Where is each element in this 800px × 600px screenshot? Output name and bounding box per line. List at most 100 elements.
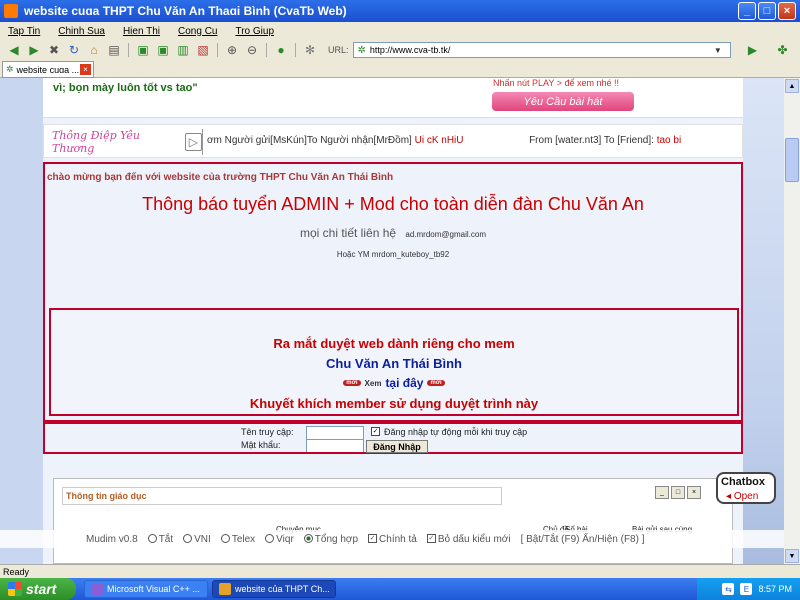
minimize-button[interactable]: _ (738, 2, 756, 20)
mudim-version: Mudim v0.8 (86, 533, 138, 545)
extension-icon[interactable]: ✤ (775, 42, 791, 58)
back-icon[interactable]: ◀ (6, 42, 22, 58)
network-icon[interactable]: ⇆ (722, 583, 735, 595)
go-icon[interactable]: ▶ (745, 42, 761, 58)
mudim-shortcuts: [ Bật/Tắt (F9) Ẩn/Hiện (F8) ] (520, 533, 645, 545)
password-input[interactable] (307, 440, 363, 452)
menu-view[interactable]: Hien Thi (123, 26, 160, 37)
page-viewport: vì; bọn mày luôn tốt vs tao" Nhấn nút PL… (0, 78, 784, 564)
chatbox-widget[interactable]: Chatbox ◂ Open (716, 472, 776, 504)
gear-icon[interactable]: ✻ (302, 42, 318, 58)
tab-website[interactable]: ✲ website cuɑa ... × (2, 61, 94, 78)
page-content: vì; bọn mày luôn tốt vs tao" Nhấn nút PL… (43, 78, 743, 564)
new-badge: mới (427, 380, 445, 386)
password-label: Mật khẩu: (241, 440, 281, 450)
globe-icon[interactable]: ● (273, 42, 289, 58)
username-field[interactable] (306, 426, 364, 439)
menu-help[interactable]: Tro Giup (235, 26, 274, 37)
message-1: ơm Người gửi[MsKún]To Người nhận[MrĐồm] (207, 135, 412, 146)
mudim-accent-rule[interactable]: ✓ Bỏ dấu kiểu mới (426, 534, 511, 545)
mudim-option-viqr[interactable]: Viqr (265, 534, 294, 545)
menu-bar: Tap Tin Chinh Sua Hien Thi Cong Cu Tro G… (0, 22, 800, 40)
home-icon[interactable]: ⌂ (86, 42, 102, 58)
ym-contact: Hoặc YM mrdom_kuteboy_tb92 (336, 250, 450, 259)
save-icon[interactable]: ▥ (175, 42, 191, 58)
menu-edit[interactable]: Chinh Sua (58, 26, 105, 37)
contact-email[interactable]: ad.mrdom@gmail.com (405, 230, 486, 239)
mudim-option-telex[interactable]: Telex (220, 533, 256, 545)
print-icon[interactable]: ▤ (106, 42, 122, 58)
scroll-up-icon[interactable]: ▲ (785, 79, 799, 93)
promo-link-row: mới Xem tại đây mới (51, 376, 737, 390)
stop-icon[interactable]: ✖ (46, 42, 62, 58)
mudim-option-combined[interactable]: Tổng hợp (303, 533, 359, 545)
mudim-option-off[interactable]: Tắt (147, 534, 173, 545)
menu-tools[interactable]: Cong Cu (178, 26, 217, 37)
new-tab-icon[interactable]: ▣ (155, 42, 171, 58)
remember-checkbox[interactable]: ✓ (371, 427, 380, 436)
zoom-out-icon[interactable]: ⊖ (244, 42, 260, 58)
taskbar-item-label: Microsoft Visual C++ ... (107, 584, 200, 594)
password-field[interactable] (306, 439, 364, 452)
address-bar[interactable]: ✲ ▼ (352, 42, 731, 58)
tab-close-icon[interactable]: × (80, 64, 91, 75)
browser-app-icon (219, 583, 231, 595)
panel-controls: _ □ × (655, 486, 701, 499)
username-label: Tên truy cập: (241, 427, 294, 437)
panel-close-icon[interactable]: × (687, 486, 701, 499)
close-button[interactable]: × (778, 2, 796, 20)
new-window-icon[interactable]: ▣ (135, 42, 151, 58)
chevron-down-icon[interactable]: ▼ (714, 46, 724, 55)
language-icon[interactable]: E (740, 583, 753, 595)
forward-icon[interactable]: ▶ (26, 42, 42, 58)
menu-file[interactable]: Tap Tin (8, 26, 40, 37)
message-marquee: Thông Điệp Yêu Thương ▷ ơm Người gửi[MsK… (43, 124, 743, 158)
marquee-divider (202, 129, 203, 155)
window-title: website cuɑa THPT Chu Văn An Thaɑi Bình … (24, 4, 347, 18)
panel-restore-icon[interactable]: □ (671, 486, 685, 499)
option-label: Tổng hợp (314, 533, 359, 545)
vertical-scrollbar[interactable]: ▲ ▼ (784, 78, 800, 564)
tab-title: website cuɑa ... (16, 64, 80, 75)
taskbar-item-browser[interactable]: website của THPT Ch... (212, 580, 336, 598)
radio-icon (183, 534, 193, 544)
song-request-button[interactable]: Yêu Cầu bài hát (492, 92, 634, 111)
scroll-down-icon[interactable]: ▼ (785, 549, 799, 563)
promo-encourage: Khuyết khích member sử dụng duyệt trình … (249, 396, 539, 411)
forum-panel: Thông tin giáo dục _ □ × Chuyên mục Chủ … (53, 478, 733, 564)
promo-here-link[interactable]: tại đây (385, 376, 423, 390)
promo-xem: Xem (364, 378, 382, 388)
education-category[interactable]: Thông tin giáo dục (62, 487, 502, 505)
close-tab-icon[interactable]: ▧ (195, 42, 211, 58)
radio-selected-icon (303, 534, 313, 544)
window-title-bar: website cuɑa THPT Chu Văn An Thaɑi Bình … (0, 0, 800, 22)
scroll-thumb[interactable] (785, 138, 799, 182)
mudim-option-vni[interactable]: VNI (183, 534, 211, 545)
announcement-box: chào mừng bạn đến với website của trường… (43, 162, 743, 422)
chatbox-open[interactable]: ◂ Open (726, 491, 758, 502)
panel-minimize-icon[interactable]: _ (655, 486, 669, 499)
message-2-content: tao bi (656, 135, 682, 146)
checkbox-icon: ✓ (426, 534, 436, 544)
message-1-content: Ui cK nHiU (414, 135, 464, 146)
play-arrow-icon[interactable]: ▷ (184, 133, 202, 151)
taskbar-item-visual-cpp[interactable]: Microsoft Visual C++ ... (84, 580, 208, 598)
status-bar: Ready (0, 564, 800, 578)
zoom-in-icon[interactable]: ⊕ (224, 42, 240, 58)
login-button[interactable]: Đăng Nhập (366, 440, 428, 453)
remember-label: Đăng nhập tự động mỗi khi truy cập (384, 427, 528, 437)
option-label: Telex (231, 533, 256, 545)
browser-promo-box: Ra mắt duyệt web dành riêng cho mem Chu … (49, 308, 739, 416)
refresh-icon[interactable]: ↻ (66, 42, 82, 58)
username-input[interactable] (307, 427, 363, 439)
spell-label: Chính tả (379, 533, 417, 545)
url-input[interactable] (369, 45, 710, 55)
start-button[interactable]: start (0, 578, 76, 600)
option-label: VNI (194, 533, 211, 545)
play-hint: Nhấn nút PLAY > để xem nhé !! (493, 78, 619, 88)
taskbar-item-label: website của THPT Ch... (235, 584, 330, 594)
site-favicon-icon: ✲ (357, 44, 366, 56)
maximize-button[interactable]: □ (758, 2, 776, 20)
mudim-spellcheck[interactable]: ✓ Chính tả (368, 534, 417, 545)
chatbox-title: Chatbox (721, 476, 765, 488)
